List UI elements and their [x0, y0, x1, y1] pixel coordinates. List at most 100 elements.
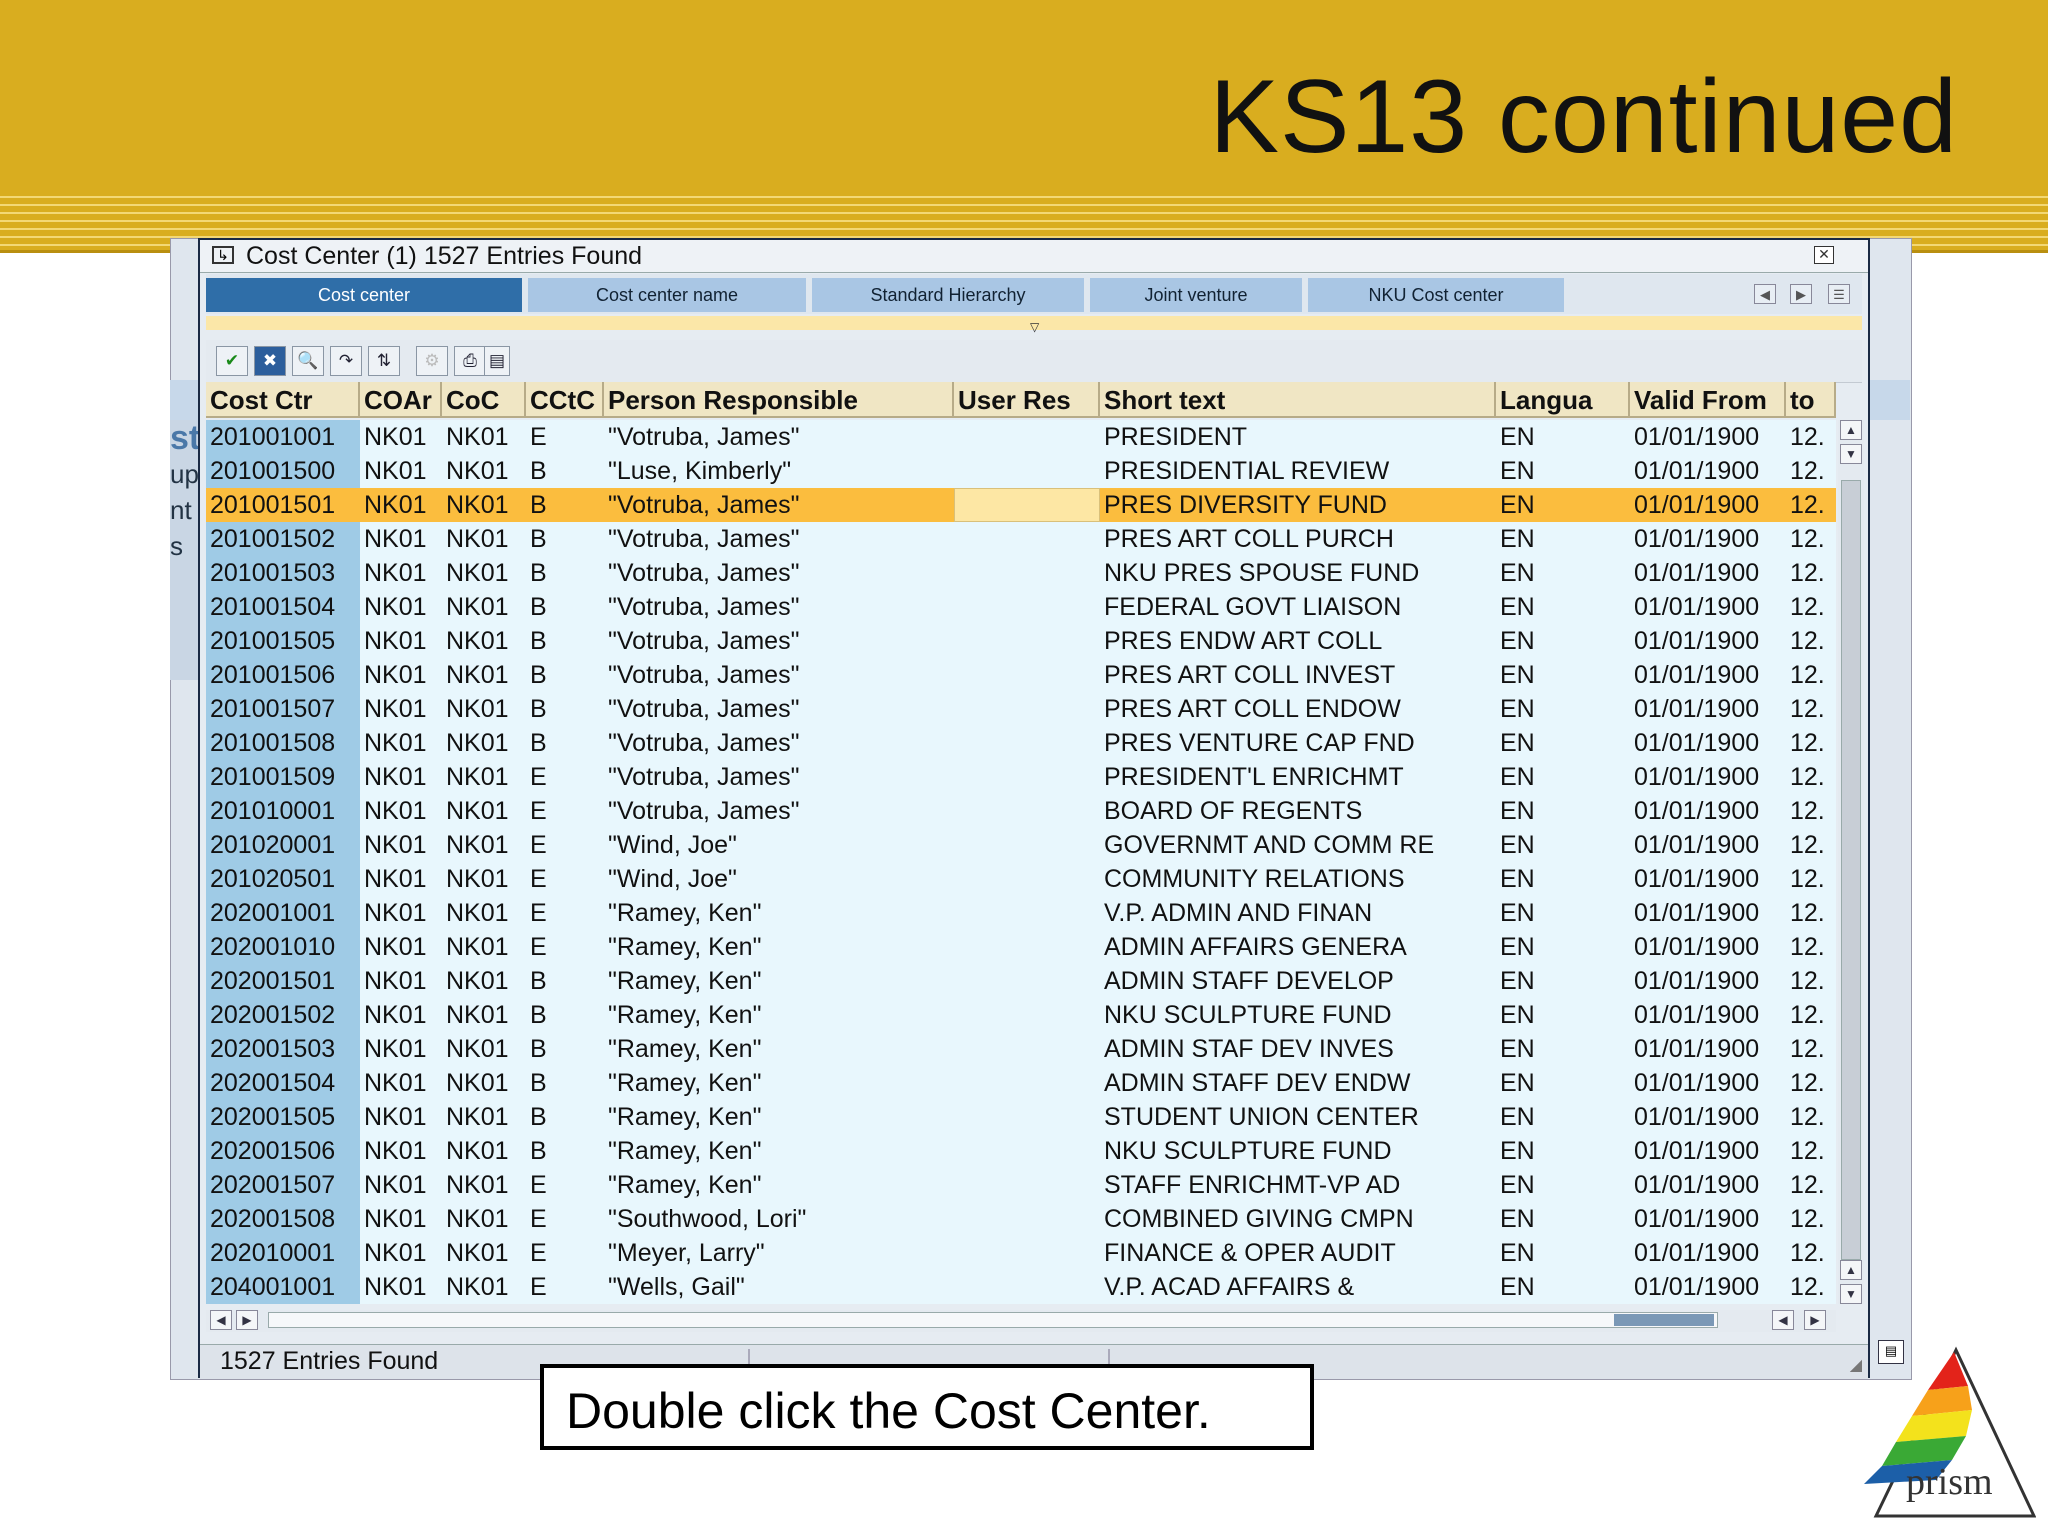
cell-user-res[interactable] [954, 964, 1100, 998]
column-header-valid-from[interactable]: Valid From [1630, 382, 1786, 418]
cell-short-text[interactable]: NKU SCULPTURE FUND [1100, 998, 1496, 1032]
cell-language[interactable]: EN [1496, 488, 1630, 522]
horizontal-scrollbar[interactable]: ◀ ▶ ◀ ▶ [206, 1310, 1836, 1332]
settings-icon[interactable]: ⚙ [416, 346, 448, 376]
cell-short-text[interactable]: PRES VENTURE CAP FND [1100, 726, 1496, 760]
cell-language[interactable]: EN [1496, 624, 1630, 658]
cell-coar[interactable]: NK01 [360, 1168, 442, 1202]
cell-language[interactable]: EN [1496, 896, 1630, 930]
cell-language[interactable]: EN [1496, 794, 1630, 828]
cell-short-text[interactable]: STUDENT UNION CENTER [1100, 1100, 1496, 1134]
cell-coc[interactable]: NK01 [442, 1032, 526, 1066]
cell-cctc[interactable]: B [526, 726, 604, 760]
cell-cctc[interactable]: B [526, 488, 604, 522]
print-icon[interactable]: ⎙ [454, 346, 486, 376]
cell-language[interactable]: EN [1496, 726, 1630, 760]
table-row[interactable]: 201010001 NK01 NK01 E "Votruba, James" BOARD … [206, 794, 1836, 828]
cell-coar[interactable]: NK01 [360, 1270, 442, 1304]
cell-cost-ctr[interactable]: 201001509 [206, 760, 360, 794]
tab-nku-cost-center[interactable]: NKU Cost center [1308, 278, 1564, 312]
cell-cost-ctr[interactable]: 202001505 [206, 1100, 360, 1134]
cell-language[interactable]: EN [1496, 1202, 1630, 1236]
cell-to[interactable]: 12. [1786, 692, 1836, 726]
cell-person-responsible[interactable]: "Votruba, James" [604, 624, 954, 658]
page-up-icon[interactable]: ▼ [1840, 444, 1862, 464]
cell-person-responsible[interactable]: "Ramey, Ken" [604, 896, 954, 930]
column-header-cctc[interactable]: CCtC [526, 382, 604, 418]
cell-person-responsible[interactable]: "Votruba, James" [604, 556, 954, 590]
cell-cctc[interactable]: B [526, 998, 604, 1032]
column-header-user-res[interactable]: User Res [954, 382, 1100, 418]
cell-to[interactable]: 12. [1786, 1168, 1836, 1202]
cell-person-responsible[interactable]: "Votruba, James" [604, 726, 954, 760]
vertical-scrollbar[interactable]: ▲ ▼ ▲ ▼ [1838, 420, 1864, 1304]
cell-cost-ctr[interactable]: 201001506 [206, 658, 360, 692]
cell-cctc[interactable]: B [526, 454, 604, 488]
cell-user-res[interactable] [954, 1236, 1100, 1270]
cell-language[interactable]: EN [1496, 522, 1630, 556]
cell-person-responsible[interactable]: "Southwood, Lori" [604, 1202, 954, 1236]
cell-coar[interactable]: NK01 [360, 1100, 442, 1134]
cancel-icon[interactable]: ✖ [254, 346, 286, 376]
cell-cctc[interactable]: E [526, 1168, 604, 1202]
cell-valid-from[interactable]: 01/01/1900 [1630, 522, 1786, 556]
cell-user-res[interactable] [954, 590, 1100, 624]
cell-person-responsible[interactable]: "Ramey, Ken" [604, 1032, 954, 1066]
cell-valid-from[interactable]: 01/01/1900 [1630, 760, 1786, 794]
cell-valid-from[interactable]: 01/01/1900 [1630, 624, 1786, 658]
page-down-icon[interactable]: ▲ [1840, 1260, 1862, 1280]
cell-valid-from[interactable]: 01/01/1900 [1630, 556, 1786, 590]
scroll-left-icon[interactable]: ◀ [210, 1310, 232, 1330]
cell-user-res[interactable] [954, 896, 1100, 930]
table-row[interactable]: 201001509 NK01 NK01 E "Votruba, James" PRESID… [206, 760, 1836, 794]
cell-language[interactable]: EN [1496, 1270, 1630, 1304]
cell-coar[interactable]: NK01 [360, 624, 442, 658]
cell-to[interactable]: 12. [1786, 964, 1836, 998]
cell-coc[interactable]: NK01 [442, 1134, 526, 1168]
cell-person-responsible[interactable]: "Meyer, Larry" [604, 1236, 954, 1270]
cell-cost-ctr[interactable]: 201001500 [206, 454, 360, 488]
cell-language[interactable]: EN [1496, 1066, 1630, 1100]
cell-valid-from[interactable]: 01/01/1900 [1630, 794, 1786, 828]
cell-to[interactable]: 12. [1786, 760, 1836, 794]
cell-person-responsible[interactable]: "Wells, Gail" [604, 1270, 954, 1304]
cell-language[interactable]: EN [1496, 692, 1630, 726]
cell-short-text[interactable]: ADMIN STAF DEV INVES [1100, 1032, 1496, 1066]
tab-cost-center[interactable]: Cost center [206, 278, 522, 312]
cell-valid-from[interactable]: 01/01/1900 [1630, 1066, 1786, 1100]
cell-person-responsible[interactable]: "Ramey, Ken" [604, 1168, 954, 1202]
cell-cctc[interactable]: B [526, 624, 604, 658]
cell-user-res[interactable] [954, 1066, 1100, 1100]
cell-language[interactable]: EN [1496, 828, 1630, 862]
table-row[interactable]: 202001502 NK01 NK01 B "Ramey, Ken" NKU SCULPT… [206, 998, 1836, 1032]
cell-short-text[interactable]: GOVERNMT AND COMM RE [1100, 828, 1496, 862]
cell-valid-from[interactable]: 01/01/1900 [1630, 862, 1786, 896]
cell-valid-from[interactable]: 01/01/1900 [1630, 692, 1786, 726]
cell-cost-ctr[interactable]: 204001001 [206, 1270, 360, 1304]
tab-standard-hierarchy[interactable]: Standard Hierarchy [812, 278, 1084, 312]
cell-valid-from[interactable]: 01/01/1900 [1630, 454, 1786, 488]
horizontal-track[interactable] [268, 1312, 1718, 1328]
cell-cost-ctr[interactable]: 202001507 [206, 1168, 360, 1202]
cell-cost-ctr[interactable]: 202010001 [206, 1236, 360, 1270]
cell-coar[interactable]: NK01 [360, 1236, 442, 1270]
cell-user-res[interactable] [954, 760, 1100, 794]
cell-language[interactable]: EN [1496, 590, 1630, 624]
cell-to[interactable]: 12. [1786, 794, 1836, 828]
cell-short-text[interactable]: PRESIDENTIAL REVIEW [1100, 454, 1496, 488]
cell-person-responsible[interactable]: "Votruba, James" [604, 420, 954, 454]
cell-cost-ctr[interactable]: 201001503 [206, 556, 360, 590]
cell-person-responsible[interactable]: "Votruba, James" [604, 488, 954, 522]
cell-user-res[interactable] [954, 556, 1100, 590]
cell-to[interactable]: 12. [1786, 998, 1836, 1032]
table-row[interactable]: 201020501 NK01 NK01 E "Wind, Joe" COMMUNITY R… [206, 862, 1836, 896]
cell-coc[interactable]: NK01 [442, 1100, 526, 1134]
cell-coar[interactable]: NK01 [360, 828, 442, 862]
cell-valid-from[interactable]: 01/01/1900 [1630, 1270, 1786, 1304]
cell-cost-ctr[interactable]: 202001506 [206, 1134, 360, 1168]
cell-language[interactable]: EN [1496, 1032, 1630, 1066]
cell-short-text[interactable]: PRES ART COLL ENDOW [1100, 692, 1496, 726]
cell-to[interactable]: 12. [1786, 1236, 1836, 1270]
cell-cctc[interactable]: B [526, 590, 604, 624]
cell-coar[interactable]: NK01 [360, 930, 442, 964]
